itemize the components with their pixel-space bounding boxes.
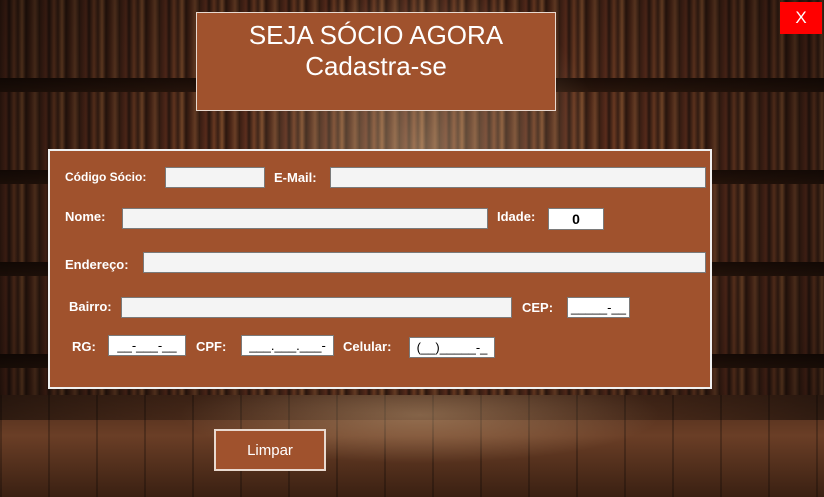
- page-subtitle: Cadastra-se: [305, 51, 447, 81]
- nome-label: Nome:: [65, 209, 106, 224]
- page-title: SEJA SÓCIO AGORA: [248, 20, 504, 50]
- email-input[interactable]: [330, 167, 706, 188]
- nome-input[interactable]: [122, 208, 488, 229]
- codigo-label: Código Sócio:: [65, 170, 147, 184]
- rg-input[interactable]: __-___-__: [108, 335, 186, 356]
- endereco-input[interactable]: [143, 252, 706, 273]
- cep-label: CEP:: [522, 300, 554, 315]
- bairro-label: Bairro:: [69, 299, 112, 314]
- registration-form: Código Sócio: E-Mail: Nome: Idade: 0 End…: [48, 149, 712, 389]
- email-label: E-Mail:: [274, 170, 317, 185]
- cep-input[interactable]: _____-__: [567, 297, 630, 318]
- cpf-input[interactable]: ___.___.___-: [241, 335, 334, 356]
- header-box: SEJA SÓCIO AGORA Cadastra-se: [196, 12, 556, 111]
- close-button[interactable]: X: [780, 2, 822, 34]
- idade-input[interactable]: 0: [548, 208, 604, 230]
- clear-button[interactable]: Limpar: [214, 429, 326, 471]
- celular-label: Celular:: [343, 339, 392, 354]
- idade-label: Idade:: [497, 209, 536, 224]
- codigo-input[interactable]: [165, 167, 265, 188]
- celular-input[interactable]: (__)_____-_: [409, 337, 495, 358]
- endereco-label: Endereço:: [65, 257, 129, 272]
- rg-label: RG:: [72, 339, 96, 354]
- cpf-label: CPF:: [196, 339, 227, 354]
- bairro-input[interactable]: [121, 297, 512, 318]
